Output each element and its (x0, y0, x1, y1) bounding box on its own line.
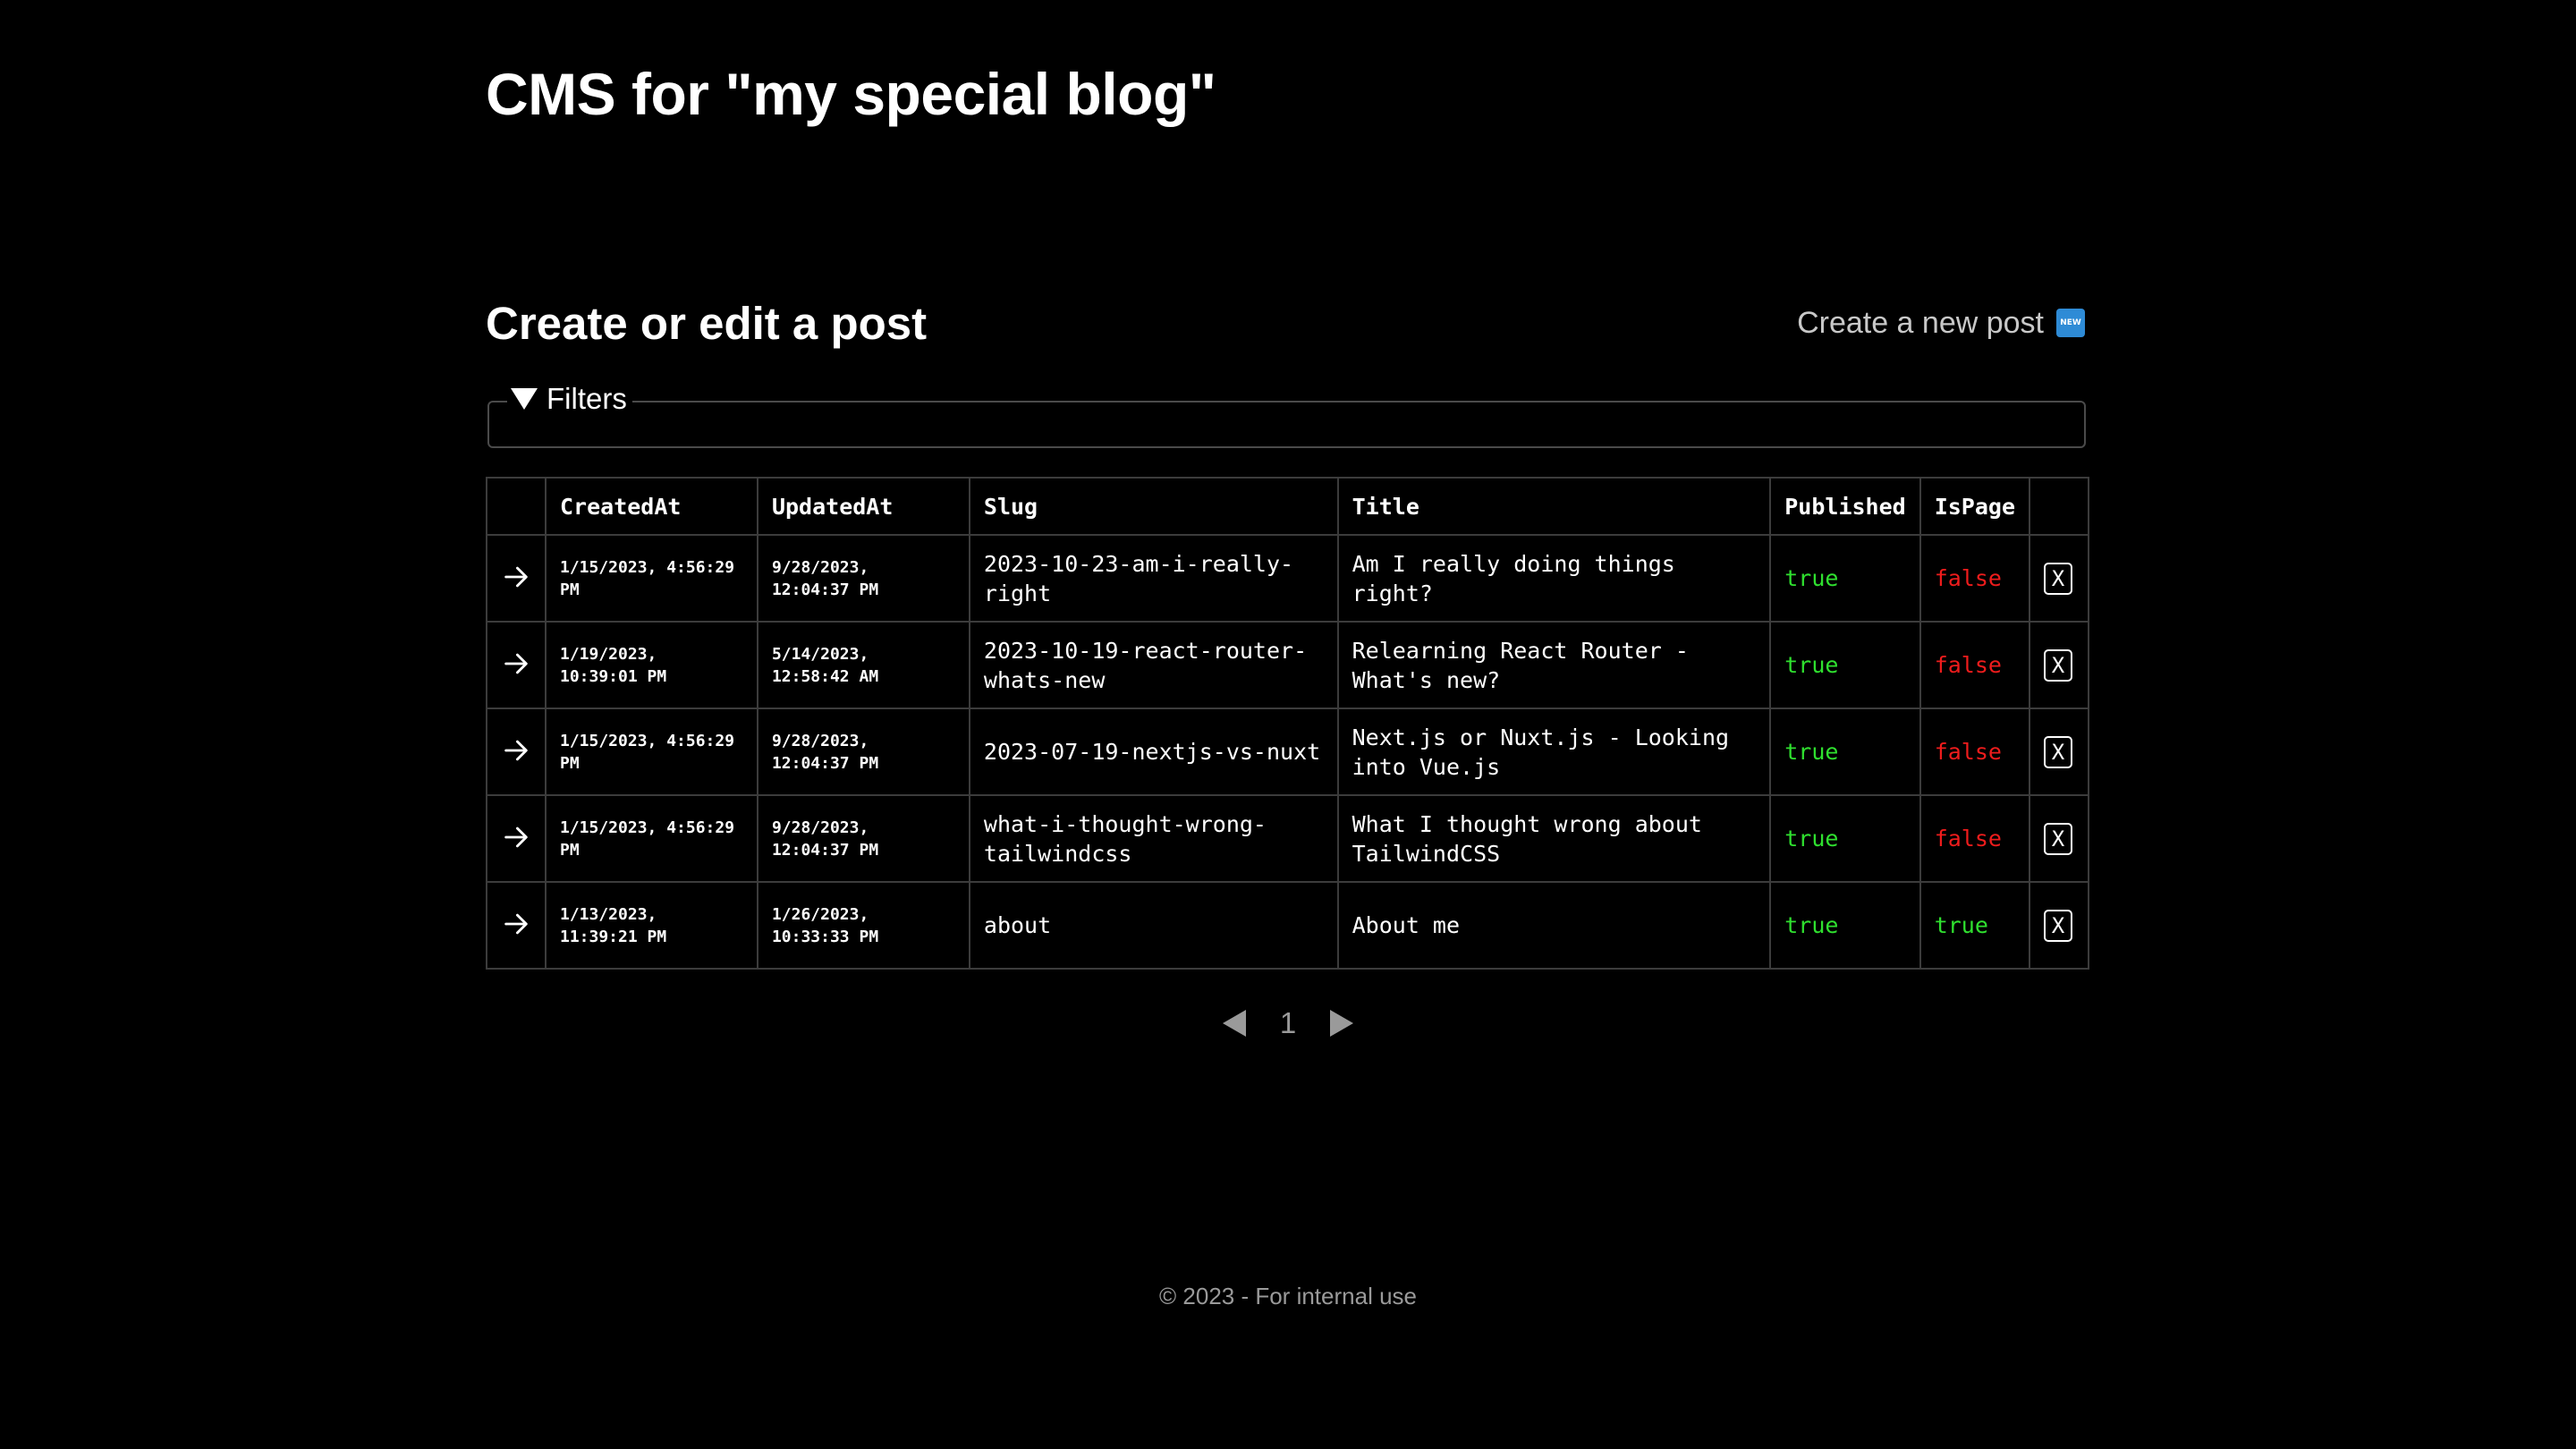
created-at-cell: 1/13/2023, 11:39:21 PM (545, 881, 758, 970)
current-page-number: 1 (1279, 1006, 1297, 1039)
slug-cell: what-i-thought-wrong-tailwindcss (968, 794, 1339, 883)
filters-label: Filters (547, 382, 627, 415)
delete-post-button[interactable]: X (2044, 562, 2073, 595)
open-post-cell[interactable] (486, 621, 547, 709)
published-cell: true (1769, 621, 1921, 709)
arrow-right-icon[interactable] (501, 648, 531, 679)
created-at-cell: 1/15/2023, 4:56:29 PM (545, 708, 758, 796)
pagination: 1 (0, 1005, 2576, 1041)
arrow-right-icon[interactable] (501, 822, 531, 852)
header-updated-at: UpdatedAt (756, 477, 970, 536)
delete-cell: X (2029, 881, 2089, 970)
arrow-right-icon[interactable] (501, 909, 531, 939)
table-row: 1/15/2023, 4:56:29 PM 9/28/2023, 12:04:3… (486, 708, 2089, 796)
title-cell: About me (1336, 881, 1772, 970)
delete-cell: X (2029, 794, 2089, 883)
title-cell: Next.js or Nuxt.js - Looking into Vue.js (1336, 708, 1772, 796)
slug-cell: 2023-10-23-am-i-really-right (968, 534, 1339, 623)
created-at-cell: 1/15/2023, 4:56:29 PM (545, 794, 758, 883)
delete-cell: X (2029, 621, 2089, 709)
open-post-cell[interactable] (486, 708, 547, 796)
open-post-cell[interactable] (486, 534, 547, 623)
delete-cell: X (2029, 708, 2089, 796)
footer-text: © 2023 - For internal use (1159, 1283, 1417, 1309)
header-title: Title (1336, 477, 1772, 536)
filters-panel: Filters (487, 377, 2086, 448)
arrow-right-icon[interactable] (501, 735, 531, 766)
filters-toggle[interactable]: Filters (507, 377, 632, 420)
next-page-button[interactable] (1324, 1005, 1360, 1041)
updated-at-cell: 9/28/2023, 12:04:37 PM (756, 534, 970, 623)
arrow-right-icon[interactable] (501, 562, 531, 592)
updated-at-cell: 1/26/2023, 10:33:33 PM (756, 881, 970, 970)
updated-at-cell: 9/28/2023, 12:04:37 PM (756, 794, 970, 883)
posts-table: CreatedAt UpdatedAt Slug Title Published… (486, 477, 2089, 970)
published-cell: true (1769, 708, 1921, 796)
table-header-row: CreatedAt UpdatedAt Slug Title Published… (486, 477, 2089, 536)
triangle-down-icon (511, 388, 538, 410)
header-published: Published (1769, 477, 1921, 536)
previous-page-button[interactable] (1216, 1005, 1252, 1041)
delete-post-button[interactable]: X (2044, 735, 2073, 768)
published-cell: true (1769, 534, 1921, 623)
header-delete (2029, 477, 2089, 536)
updated-at-cell: 5/14/2023, 12:58:42 AM (756, 621, 970, 709)
is-page-cell: false (1919, 621, 2031, 709)
created-at-cell: 1/15/2023, 4:56:29 PM (545, 534, 758, 623)
delete-post-button[interactable]: X (2044, 648, 2073, 682)
table-row: 1/15/2023, 4:56:29 PM 9/28/2023, 12:04:3… (486, 794, 2089, 883)
triangle-left-icon (1223, 1010, 1246, 1037)
delete-post-button[interactable]: X (2044, 909, 2073, 942)
new-badge-icon: NEW (2056, 309, 2085, 337)
header-created-at: CreatedAt (545, 477, 758, 536)
header-open (486, 477, 547, 536)
delete-cell: X (2029, 534, 2089, 623)
is-page-cell: false (1919, 794, 2031, 883)
updated-at-cell: 9/28/2023, 12:04:37 PM (756, 708, 970, 796)
section-title: Create or edit a post (486, 298, 928, 349)
page-title: CMS for "my special blog" (486, 61, 1216, 127)
is-page-cell: true (1919, 881, 2031, 970)
delete-post-button[interactable]: X (2044, 822, 2073, 855)
table-row: 1/19/2023, 10:39:01 PM 5/14/2023, 12:58:… (486, 621, 2089, 709)
table-row: 1/13/2023, 11:39:21 PM 1/26/2023, 10:33:… (486, 881, 2089, 970)
published-cell: true (1769, 881, 1921, 970)
open-post-cell[interactable] (486, 881, 547, 970)
triangle-right-icon (1330, 1010, 1353, 1037)
title-cell: Relearning React Router - What's new? (1336, 621, 1772, 709)
created-at-cell: 1/19/2023, 10:39:01 PM (545, 621, 758, 709)
open-post-cell[interactable] (486, 794, 547, 883)
title-cell: Am I really doing things right? (1336, 534, 1772, 623)
title-cell: What I thought wrong about TailwindCSS (1336, 794, 1772, 883)
create-new-post-label: Create a new post (1797, 306, 2044, 340)
table-row: 1/15/2023, 4:56:29 PM 9/28/2023, 12:04:3… (486, 534, 2089, 623)
create-new-post-link[interactable]: Create a new post NEW (1797, 301, 2085, 345)
slug-cell: 2023-07-19-nextjs-vs-nuxt (968, 708, 1339, 796)
slug-cell: 2023-10-19-react-router-whats-new (968, 621, 1339, 709)
is-page-cell: false (1919, 708, 2031, 796)
header-is-page: IsPage (1919, 477, 2031, 536)
header-slug: Slug (968, 477, 1339, 536)
is-page-cell: false (1919, 534, 2031, 623)
published-cell: true (1769, 794, 1921, 883)
slug-cell: about (968, 881, 1339, 970)
